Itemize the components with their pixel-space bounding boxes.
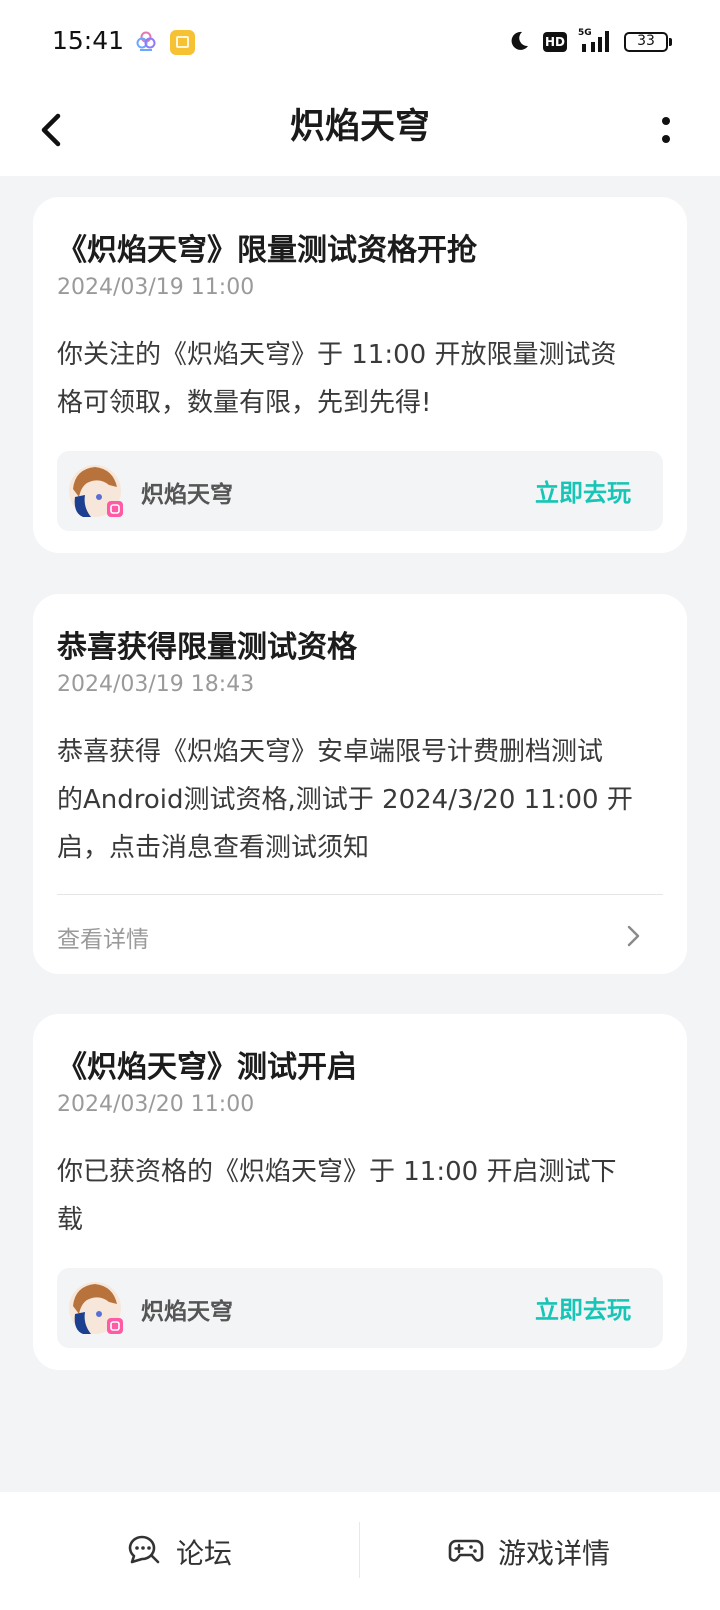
- message-body-line: 你已获资格的《炽焰天穹》于 11:00 开启测试下: [57, 1157, 617, 1187]
- tab-forum[interactable]: 论坛: [126, 1526, 246, 1576]
- message-date: 2024/03/19 18:43: [57, 672, 255, 697]
- message-body: 你关注的《炽焰天穹》于 11:00 开放限量测试资 格可领取，数量有限，先到先得…: [57, 331, 697, 427]
- message-date: 2024/03/19 11:00: [57, 275, 255, 300]
- bottom-navigation-bar: 论坛 游戏详情: [0, 1492, 720, 1610]
- hd-badge: HD: [543, 32, 567, 52]
- do-not-disturb-moon-icon: [511, 31, 528, 50]
- status-bar: 15:41 HD 5G 33: [0, 0, 720, 86]
- play-now-button[interactable]: 立即去玩: [535, 1290, 631, 1325]
- message-body-line: 你关注的《炽焰天穹》于 11:00 开放限量测试资: [57, 340, 617, 370]
- game-avatar-icon: [69, 1282, 123, 1334]
- gamepad-icon: [448, 1539, 484, 1562]
- chevron-right-icon[interactable]: [627, 924, 641, 948]
- divider: [57, 894, 663, 895]
- message-body-line: 恭喜获得《炽焰天穹》安卓端限号计费删档测试: [57, 737, 604, 767]
- game-name: 炽焰天穹: [141, 482, 233, 508]
- tab-forum-label: 论坛: [176, 1537, 233, 1570]
- more-options-icon[interactable]: [656, 104, 676, 154]
- view-details-link[interactable]: 查看详情: [57, 920, 149, 954]
- message-card[interactable]: 恭喜获得限量测试资格 2024/03/19 18:43 恭喜获得《炽焰天穹》安卓…: [33, 594, 687, 974]
- battery-icon: 33: [624, 32, 672, 52]
- game-entry[interactable]: 炽焰天穹 立即去玩: [57, 1268, 663, 1348]
- network-type-label: 5G: [578, 28, 592, 38]
- message-body-line: 的Android测试资格,测试于 2024/3/20 11:00 开: [57, 785, 633, 815]
- battery-level: 33: [637, 33, 655, 49]
- message-date: 2024/03/20 11:00: [57, 1092, 255, 1117]
- page-title: 炽焰天穹: [289, 107, 430, 147]
- message-title: 《炽焰天穹》测试开启: [57, 1050, 357, 1085]
- bottom-divider: [359, 1522, 360, 1578]
- message-card[interactable]: 《炽焰天穹》测试开启 2024/03/20 11:00 你已获资格的《炽焰天穹》…: [33, 1014, 687, 1370]
- message-title: 恭喜获得限量测试资格: [57, 630, 357, 665]
- message-body-line: 启，点击消息查看测试须知: [57, 833, 370, 863]
- message-body: 你已获资格的《炽焰天穹》于 11:00 开启测试下 载: [57, 1148, 697, 1244]
- tab-game-details-label: 游戏详情: [498, 1537, 611, 1570]
- game-avatar-icon: [69, 465, 123, 517]
- forum-chat-icon: [128, 1535, 160, 1564]
- message-body-line: 格可领取，数量有限，先到先得!: [57, 388, 432, 418]
- message-card[interactable]: 《炽焰天穹》限量测试资格开抢 2024/03/19 11:00 你关注的《炽焰天…: [33, 197, 687, 553]
- notes-app-notification-icon: [170, 30, 195, 55]
- message-body-line: 载: [57, 1205, 84, 1235]
- cell-signal-icon: 5G: [578, 28, 609, 52]
- top-navigation-bar: 炽焰天穹: [0, 86, 720, 176]
- app-notification-icon: [136, 31, 156, 51]
- status-time: 15:41: [52, 26, 125, 55]
- game-name: 炽焰天穹: [141, 1299, 233, 1325]
- message-body: 恭喜获得《炽焰天穹》安卓端限号计费删档测试 的Android测试资格,测试于 2…: [57, 728, 697, 872]
- message-title: 《炽焰天穹》限量测试资格开抢: [57, 233, 477, 268]
- tab-game-details[interactable]: 游戏详情: [448, 1526, 618, 1576]
- game-entry[interactable]: 炽焰天穹 立即去玩: [57, 451, 663, 531]
- play-now-button[interactable]: 立即去玩: [535, 473, 631, 508]
